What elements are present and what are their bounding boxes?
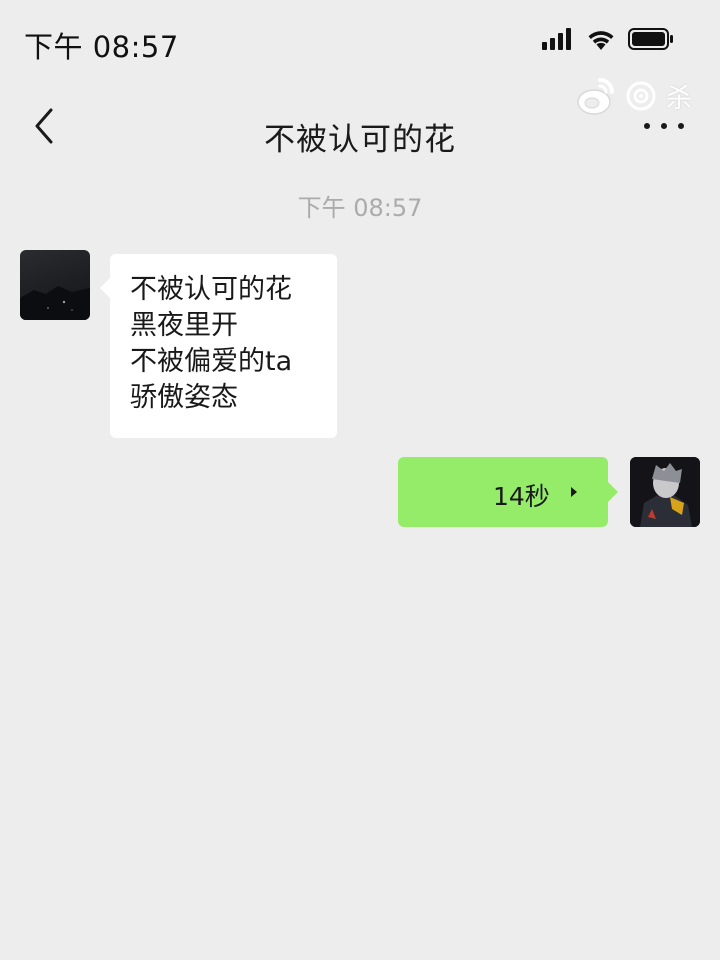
battery-icon <box>628 28 673 50</box>
more-dots-icon <box>678 123 684 129</box>
incoming-text-bubble[interactable]: 不被认可的花 黑夜里开 不被偏爱的ta 骄傲姿态 <box>100 254 337 438</box>
chat-timestamp: 下午 08:57 <box>297 194 423 222</box>
status-bar: 下午 08:57 <box>0 0 720 84</box>
voice-wave-icon <box>571 487 577 497</box>
anime-character-avatar-image <box>630 457 700 527</box>
status-time: 下午 08:57 <box>24 30 179 64</box>
message-line: 不被偏爱的ta <box>130 346 293 377</box>
signal-icon <box>542 28 571 50</box>
voice-duration: 14秒 <box>493 482 550 511</box>
message-line: 不被认可的花 <box>130 274 292 305</box>
voice-message-bubble[interactable]: 14秒 <box>398 457 618 527</box>
status-icons <box>542 28 674 50</box>
more-dots-icon <box>661 123 667 129</box>
night-sky-avatar-image <box>20 286 90 320</box>
user-avatar[interactable] <box>630 457 700 527</box>
contact-avatar[interactable] <box>20 250 90 320</box>
message-line: 骄傲姿态 <box>130 382 238 413</box>
more-dots-icon <box>644 123 650 129</box>
message-line: 黑夜里开 <box>130 310 238 341</box>
wifi-icon <box>588 31 614 50</box>
more-button[interactable] <box>644 112 684 140</box>
nav-bar: 不被认可的花 <box>0 92 720 172</box>
chat-title: 不被认可的花 <box>264 122 456 158</box>
